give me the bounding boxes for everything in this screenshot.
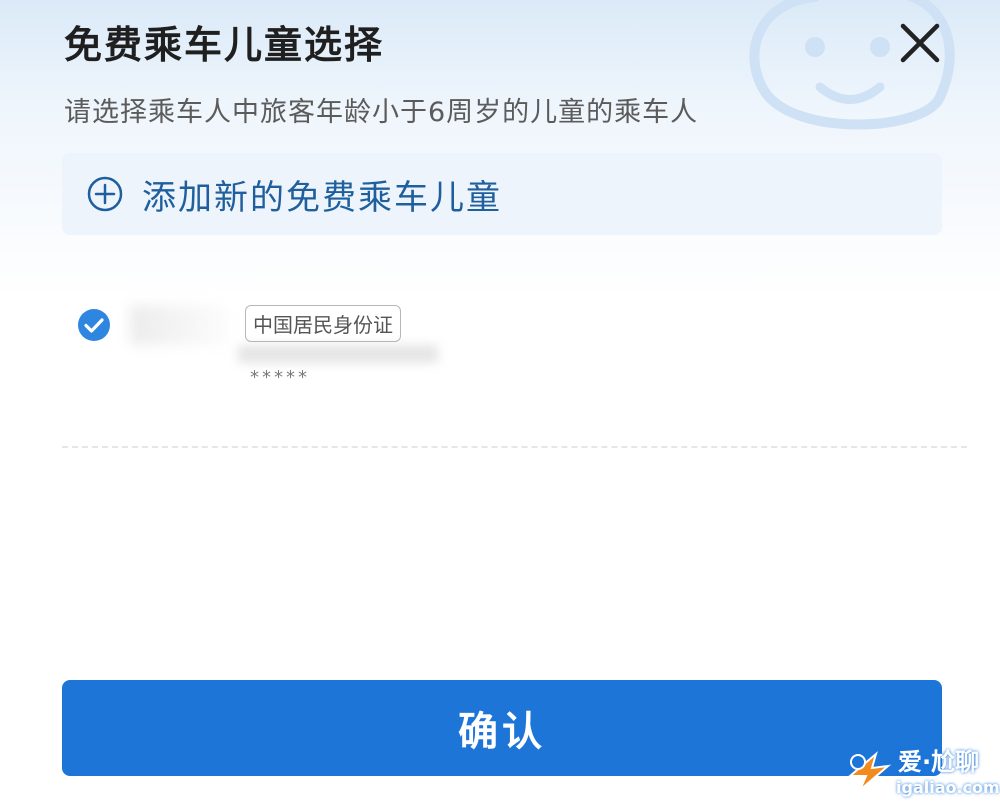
id-number-masked: ***** (250, 367, 310, 388)
passenger-name-redacted (130, 305, 230, 345)
close-icon[interactable] (895, 18, 945, 68)
watermark-url: igaliao.com (896, 778, 1000, 797)
id-type-badge: 中国居民身份证 (245, 305, 401, 342)
page-title: 免费乘车儿童选择 (64, 23, 385, 67)
watermark-logo-icon (847, 751, 892, 791)
id-number-redacted (238, 345, 438, 363)
add-child-label: 添加新的免费乘车儿童 (142, 178, 502, 218)
page-subtitle: 请选择乘车人中旅客年龄小于6周岁的儿童的乘车人 (64, 97, 699, 128)
divider (62, 446, 967, 448)
check-circle-icon[interactable] (77, 308, 111, 342)
watermark: 爱·尬聊 igaliao.com (840, 740, 1000, 811)
confirm-button[interactable]: 确认 (62, 680, 942, 776)
watermark-text: 爱·尬聊 (898, 748, 980, 776)
passenger-item[interactable]: 中国居民身份证 ***** (62, 285, 942, 405)
add-child-button[interactable]: 添加新的免费乘车儿童 (62, 153, 942, 235)
plus-circle-icon (87, 176, 123, 212)
